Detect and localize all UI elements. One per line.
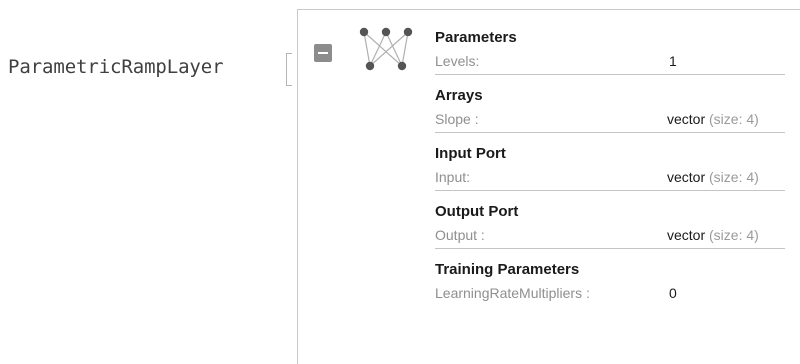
port-value: vector (size: 4) — [667, 165, 759, 190]
section-title: Training Parameters — [435, 261, 580, 278]
collapse-icon[interactable] — [314, 44, 332, 62]
value-size: (size: 4) — [709, 227, 759, 243]
section-arrays: Arrays Slope : vector (size: 4) — [435, 85, 785, 133]
value-type: vector — [667, 169, 706, 185]
section-title: Output Port — [435, 203, 519, 220]
param-row-levels: Levels: 1 — [435, 49, 785, 75]
port-row-output: Output : vector (size: 4) — [435, 223, 785, 249]
training-value: 0 — [669, 285, 677, 301]
value-type: vector — [667, 111, 706, 127]
array-row-slope: Slope : vector (size: 4) — [435, 107, 785, 133]
port-row-input: Input: vector (size: 4) — [435, 165, 785, 191]
value-size: (size: 4) — [709, 111, 759, 127]
section-title: Input Port — [435, 145, 506, 162]
summary-sections: Parameters Levels: 1 Arrays Slope : vect… — [435, 27, 785, 316]
param-value: 1 — [669, 53, 677, 69]
training-key: LearningRateMultipliers : — [435, 285, 590, 301]
expression-head: ParametricRampLayer — [8, 56, 224, 78]
section-input-port: Input Port Input: vector (size: 4) — [435, 143, 785, 191]
array-key: Slope : — [435, 111, 479, 127]
value-type: vector — [667, 227, 706, 243]
training-row-lr: LearningRateMultipliers : 0 — [435, 281, 785, 306]
port-key: Input: — [435, 169, 471, 185]
section-parameters: Parameters Levels: 1 — [435, 27, 785, 75]
section-training-parameters: Training Parameters LearningRateMultipli… — [435, 259, 785, 306]
param-key: Levels: — [435, 53, 480, 69]
port-value: vector (size: 4) — [667, 223, 759, 248]
array-value: vector (size: 4) — [667, 107, 759, 132]
neural-network-icon — [359, 27, 413, 71]
open-bracket — [286, 53, 292, 86]
layer-name: ParametricRampLayer — [8, 56, 224, 78]
section-title: Arrays — [435, 87, 483, 104]
section-output-port: Output Port Output : vector (size: 4) — [435, 201, 785, 249]
section-title: Parameters — [435, 29, 517, 46]
value-size: (size: 4) — [709, 169, 759, 185]
port-key: Output : — [435, 227, 485, 243]
